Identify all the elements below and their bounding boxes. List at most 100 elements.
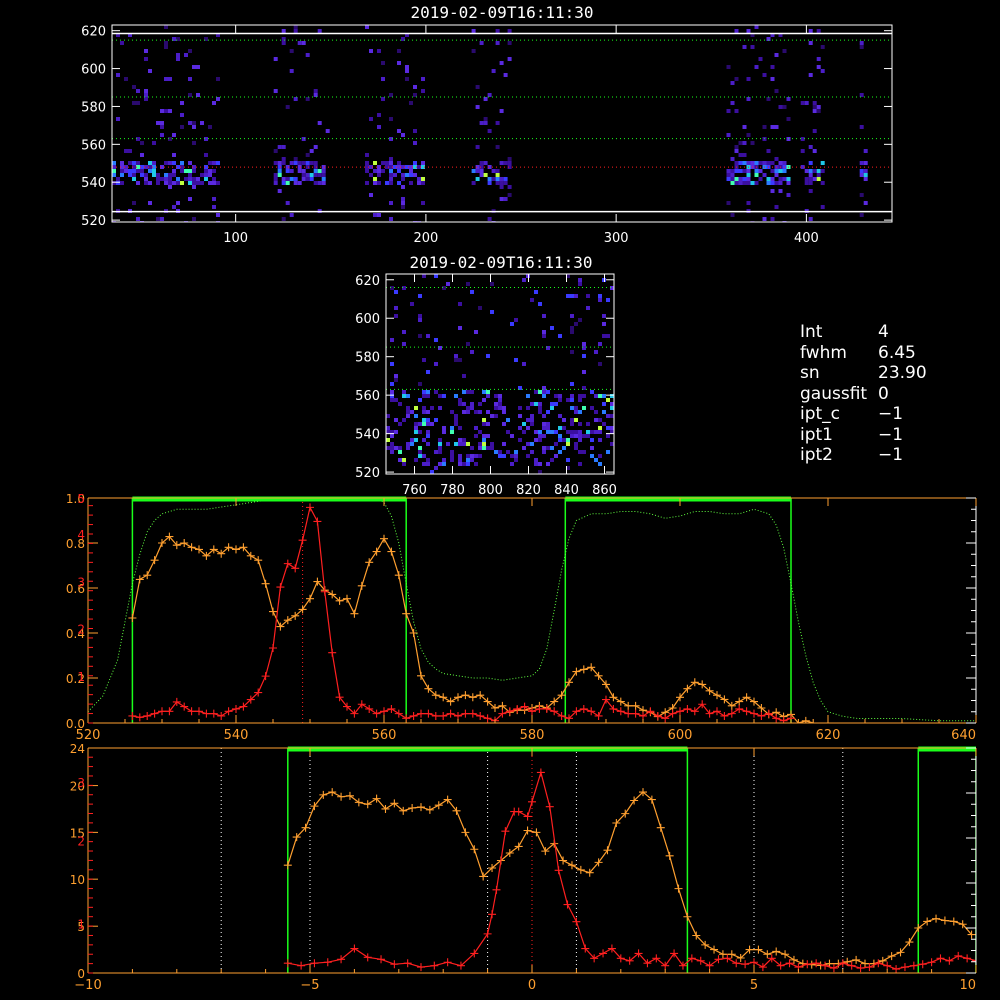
spectrum-data-point <box>735 704 744 713</box>
image2-pixel <box>458 442 462 446</box>
image2-pixel <box>426 418 430 422</box>
image1-pixel <box>495 41 500 45</box>
image2-pixel <box>542 330 546 334</box>
image1-pixel <box>160 125 164 129</box>
image2-pixel <box>542 390 546 394</box>
image2-pixel <box>470 406 474 410</box>
image1-pixel <box>774 89 779 93</box>
image1-pixel <box>863 177 868 181</box>
spectrum-xtick-label: 620 <box>816 728 841 743</box>
image2-pixel <box>442 394 446 398</box>
image2-pixel <box>422 422 426 426</box>
image1-pixel <box>381 169 385 173</box>
image2-pixel <box>598 418 602 422</box>
image1-pixel <box>309 177 314 181</box>
image1-pixel <box>483 173 488 177</box>
image1-pixel <box>766 181 771 185</box>
velocity-plot: −10 −5 0 5 100510152024123 <box>70 742 977 993</box>
image2-pixel <box>386 414 390 418</box>
spectrum-xtick-label: 640 <box>951 728 976 743</box>
image1-pixel <box>208 181 212 185</box>
image2-pixel <box>418 430 422 434</box>
image1-pixel <box>273 181 278 185</box>
image1-pixel <box>738 141 743 145</box>
image1-pixel <box>804 101 809 105</box>
velocity-data-point <box>714 955 723 964</box>
spectrum-data-point <box>187 543 196 552</box>
velocity-data-point <box>932 914 941 923</box>
spectrum-ytick-label-red: 5 <box>77 492 85 506</box>
image1-pixel <box>168 77 172 81</box>
image1-pixel <box>774 53 779 57</box>
image1-pixel <box>475 85 480 89</box>
image1-pixel <box>309 173 314 177</box>
image2-pixel <box>450 450 454 454</box>
image1-xtick-label: 200 <box>413 231 438 246</box>
image2-pixel <box>390 434 394 438</box>
image1-pixel <box>812 149 817 153</box>
image1-pixel <box>413 141 417 145</box>
image1-pixel <box>483 121 488 125</box>
image1-pixel <box>421 161 425 165</box>
spectrum-xtick-label: 540 <box>224 728 249 743</box>
image1-pixel <box>746 177 751 181</box>
image1-pixel <box>128 169 132 173</box>
image2-xtick-label: 860 <box>592 483 617 498</box>
image2-pixel <box>526 426 530 430</box>
image2-pixel <box>458 326 462 330</box>
image1-pixel <box>409 101 413 105</box>
image1-pixel <box>313 145 318 149</box>
image1-pixel <box>184 177 188 181</box>
image2-pixel <box>442 426 446 430</box>
image1-pixel <box>188 49 192 53</box>
spectrum-data-point <box>735 697 744 706</box>
image2-pixel <box>414 458 418 462</box>
image1-pixel <box>742 125 747 129</box>
velocity-data-point <box>461 828 470 837</box>
image1-pixel <box>136 181 140 185</box>
image1-pixel <box>305 165 310 169</box>
spectrum-data-point <box>454 711 462 720</box>
image2-pixel <box>490 310 494 314</box>
image2-pixel <box>602 334 606 338</box>
image1-pixel <box>208 173 212 177</box>
image1-pixel <box>172 169 176 173</box>
image1-pixel <box>132 161 136 165</box>
image1-pixel <box>746 173 751 177</box>
image1-pixel <box>507 157 512 161</box>
velocity-data-point <box>430 961 439 970</box>
image2-pixel <box>486 446 490 450</box>
image1-pixel <box>479 121 484 125</box>
spectrum-data-point <box>772 714 781 723</box>
velocity-series-line <box>287 791 973 967</box>
image2-pixel <box>598 426 602 430</box>
image1-pixel <box>309 149 314 153</box>
image1-pixel <box>289 69 294 73</box>
image1-pixel <box>487 129 492 133</box>
spectrum-data-point <box>417 671 425 680</box>
image1-pixel <box>859 45 864 49</box>
fit-info-value: 23.90 <box>878 363 927 383</box>
image1-pixel <box>762 125 767 129</box>
image1-pixel <box>385 181 389 185</box>
image1-pixel <box>859 213 864 217</box>
image1-pixel <box>144 177 148 181</box>
image2-pixel <box>414 414 418 418</box>
image1-pixel <box>808 145 813 149</box>
image2-pixel <box>546 426 550 430</box>
spectrum-ytick-label-red: 2 <box>77 623 85 637</box>
velocity-xtick-label: 10 <box>959 978 976 993</box>
image1-pixel <box>285 165 290 169</box>
fit-info-row: sn 23.90 <box>800 363 927 384</box>
image2-pixel <box>474 462 478 466</box>
spectrum-data-point <box>158 707 166 716</box>
image1-pixel <box>762 161 767 165</box>
image2-pixel <box>526 418 530 422</box>
image1-pixel <box>188 161 192 165</box>
spectrum-data-point <box>764 709 773 718</box>
image1-pixel <box>293 25 298 29</box>
image2-pixel <box>526 394 530 398</box>
image2-pixel <box>414 406 418 410</box>
image2-pixel <box>510 462 514 466</box>
image1-pixel <box>816 65 821 69</box>
